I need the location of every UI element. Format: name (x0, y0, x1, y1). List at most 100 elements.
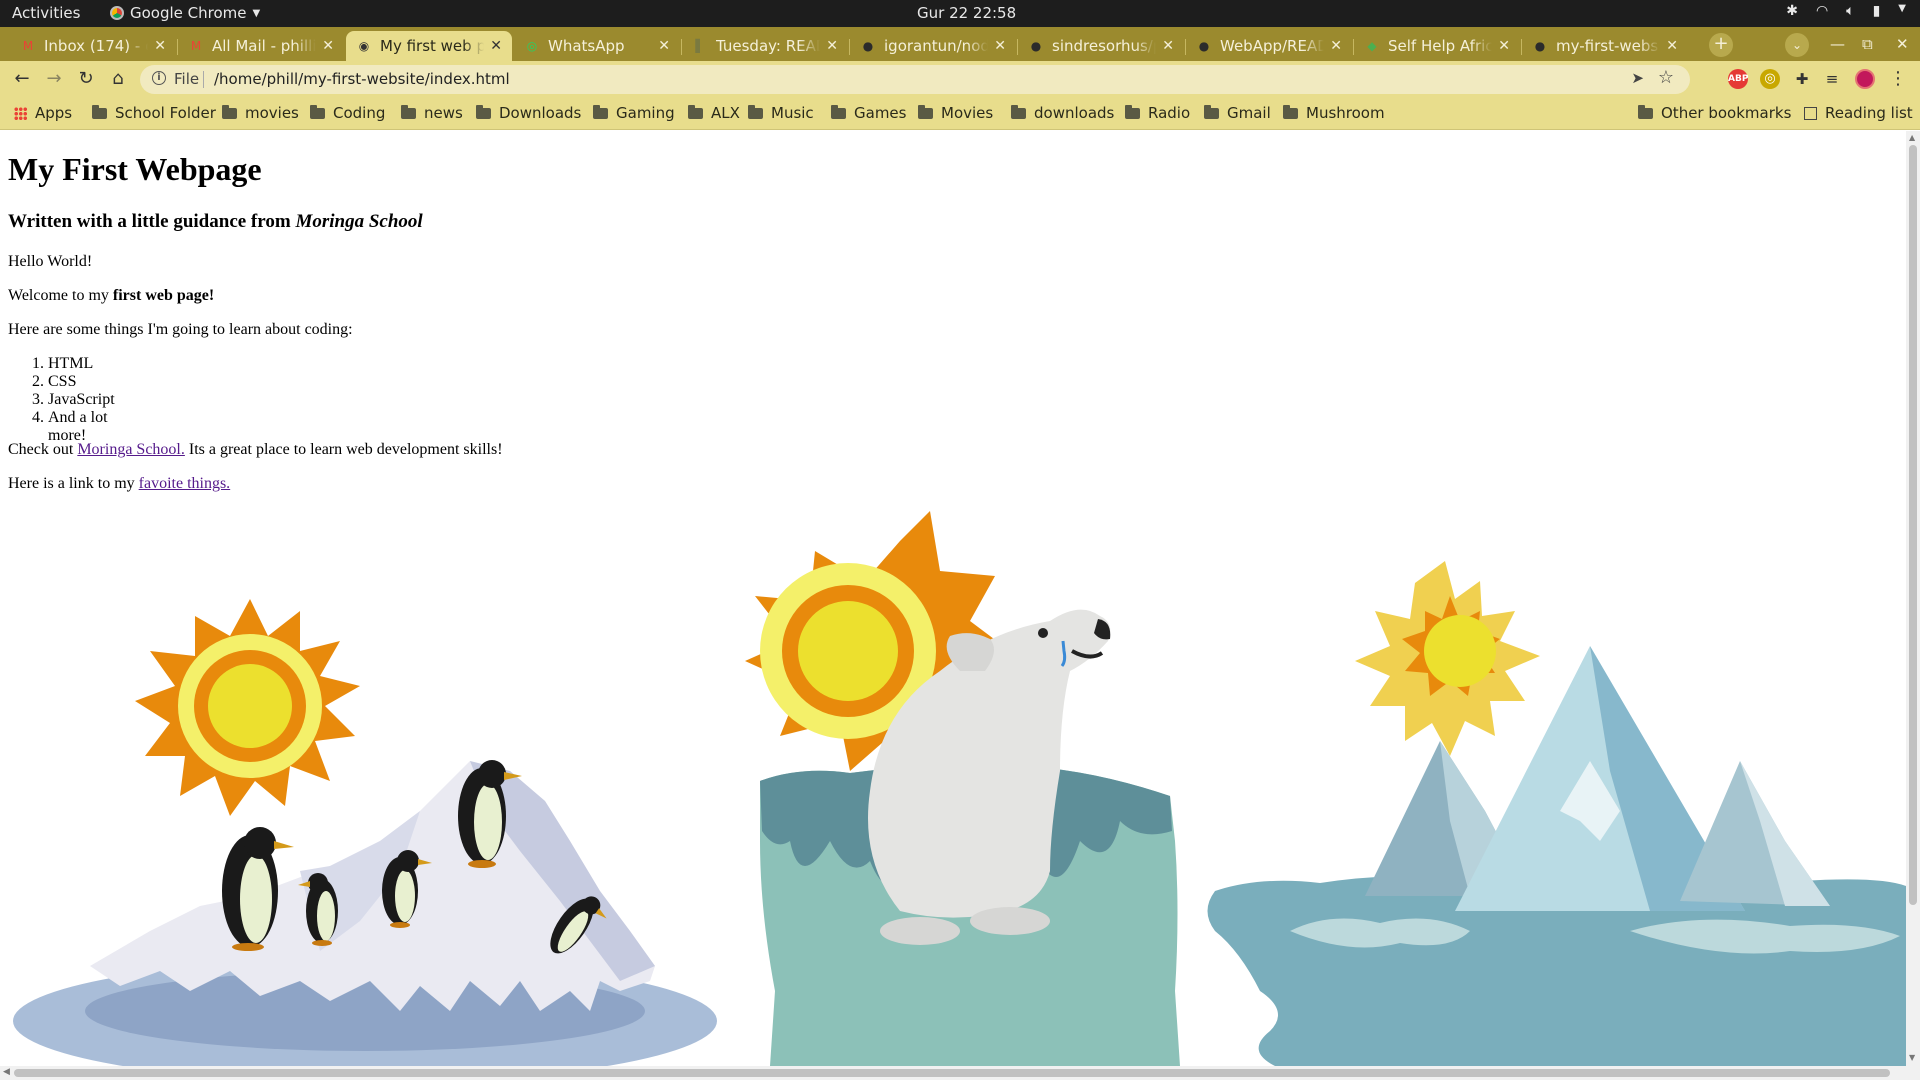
browser-toolbar: ← → ↻ ⌂ i File /home/phill/my-first-webs… (0, 61, 1920, 98)
tab-2[interactable]: ◉ My first web pa ✕ (346, 31, 512, 61)
bookmark-folder[interactable]: Coding (310, 104, 385, 122)
close-window-icon[interactable]: ✕ (1896, 35, 1909, 53)
bookmark-folder[interactable]: downloads (1011, 104, 1114, 122)
profile-avatar[interactable] (1855, 69, 1875, 89)
bookmark-folder[interactable]: Mushroom (1283, 104, 1385, 122)
intro-paragraph: Here are some things I'm going to learn … (8, 321, 353, 338)
menu-kebab-icon[interactable]: ⋮ (1886, 67, 1910, 91)
moringa-school-link[interactable]: Moringa School. (77, 441, 185, 458)
home-icon[interactable]: ⌂ (106, 67, 130, 91)
maximize-icon[interactable]: ⧉ (1862, 35, 1873, 53)
tab-close-icon[interactable]: ✕ (154, 38, 166, 54)
forward-arrow-icon[interactable]: → (42, 67, 66, 91)
bookmark-folder[interactable]: Gaming (593, 104, 675, 122)
shield-icon: ◆ (1367, 39, 1377, 53)
bookmark-folder[interactable]: Downloads (476, 104, 581, 122)
adblock-icon[interactable]: ABP (1728, 69, 1748, 89)
clock[interactable]: Gur 22 22:58 (917, 4, 1016, 22)
globe-icon: ◉ (358, 39, 370, 53)
apps-grid-icon (14, 106, 27, 120)
tab-search-button[interactable]: ⌄ (1785, 33, 1809, 57)
scrollbar-thumb[interactable] (1909, 145, 1917, 905)
tab-4[interactable]: ▌ Tuesday: READM ✕ (682, 31, 848, 61)
tab-5[interactable]: ● igorantun/nod ✕ (850, 31, 1016, 61)
tab-close-icon[interactable]: ✕ (1162, 38, 1174, 54)
reading-list-button[interactable]: Reading list (1804, 104, 1913, 122)
tab-title: sindresorhus/p (1052, 37, 1157, 55)
url-divider (203, 71, 204, 88)
bookmark-folder[interactable]: School Folder (92, 104, 216, 122)
tab-0[interactable]: M Inbox (174) - odi ✕ (10, 31, 176, 61)
welcome-paragraph: Welcome to my first web page! (8, 287, 214, 305)
tab-close-icon[interactable]: ✕ (490, 38, 502, 54)
tab-6[interactable]: ● sindresorhus/p ✕ (1018, 31, 1184, 61)
tab-close-icon[interactable]: ✕ (322, 38, 334, 54)
slack-icon[interactable]: ✱ (1786, 3, 1798, 19)
extensions-puzzle-icon[interactable]: ✚ (1790, 67, 1814, 91)
tab-7[interactable]: ● WebApp/READ ✕ (1186, 31, 1352, 61)
tab-close-icon[interactable]: ✕ (658, 38, 670, 54)
minimize-icon[interactable]: — (1830, 35, 1845, 53)
media-queue-icon[interactable]: ≡ (1820, 67, 1844, 91)
tab-close-icon[interactable]: ✕ (1666, 38, 1678, 54)
tab-1[interactable]: M All Mail - phillip ✕ (178, 31, 344, 61)
sun-right (1355, 561, 1540, 756)
favorite-things-link[interactable]: favoite things. (139, 475, 231, 492)
horizontal-scrollbar[interactable]: ◀ (0, 1066, 1920, 1080)
url-text[interactable]: /home/phill/my-first-website/index.html (214, 70, 510, 88)
system-tray[interactable]: ✱ ◠ 🔈︎ ▮ ▼ (1786, 3, 1906, 19)
bookmark-star-icon[interactable]: ☆ (1658, 67, 1674, 88)
app-menu[interactable]: Google Chrome ▼ (110, 4, 260, 22)
bookmark-folder[interactable]: Gmail (1204, 104, 1271, 122)
tab-close-icon[interactable]: ✕ (826, 38, 838, 54)
bookmark-folder[interactable]: Games (831, 104, 906, 122)
bookmark-label: Other bookmarks (1661, 104, 1792, 122)
bookmark-apps[interactable]: Apps (14, 104, 72, 122)
scroll-up-icon[interactable]: ▲ (1909, 133, 1915, 142)
activities-button[interactable]: Activities (12, 4, 80, 22)
tab-close-icon[interactable]: ✕ (1498, 38, 1510, 54)
gmail-icon: M (190, 39, 202, 53)
send-tab-icon[interactable]: ➤ (1631, 69, 1644, 87)
bookmark-folder[interactable]: Radio (1125, 104, 1190, 122)
bookmark-other-bookmarks[interactable]: Other bookmarks (1638, 104, 1791, 122)
bookmark-folder[interactable]: news (401, 104, 463, 122)
vertical-scrollbar[interactable]: ▲ ▼ (1906, 131, 1920, 1066)
bookmark-folder[interactable]: Movies (918, 104, 993, 122)
page-subtitle: Written with a little guidance from Mori… (8, 211, 423, 233)
list-item: CSS (48, 373, 115, 391)
favorites-paragraph: Here is a link to my favoite things. (8, 475, 230, 493)
reload-icon[interactable]: ↻ (74, 67, 98, 91)
tab-close-icon[interactable]: ✕ (1330, 38, 1342, 54)
favorites-text: Here is a link to my (8, 475, 139, 492)
bookmark-folder[interactable]: movies (222, 104, 299, 122)
folder-icon (748, 104, 763, 119)
gmail-icon: M (22, 39, 34, 53)
address-bar[interactable]: i File /home/phill/my-first-website/inde… (140, 65, 1690, 94)
folder-icon (1283, 104, 1298, 119)
bookmark-folder[interactable]: ALX (688, 104, 740, 122)
folder-icon (1204, 104, 1219, 119)
scroll-down-icon[interactable]: ▼ (1909, 1053, 1915, 1062)
new-tab-button[interactable]: + (1709, 33, 1733, 57)
back-arrow-icon[interactable]: ← (10, 67, 34, 91)
bookmark-folder[interactable]: Music (748, 104, 814, 122)
tab-8[interactable]: ◆ Self Help Africa ✕ (1354, 31, 1520, 61)
bookmark-icon: ▌ (695, 39, 705, 53)
bookmarks-bar: Apps Other bookmarks Reading list School… (0, 98, 1920, 130)
tab-close-icon[interactable]: ✕ (994, 38, 1006, 54)
extension-yellow-icon[interactable]: ◎ (1760, 69, 1780, 89)
github-icon: ● (1534, 39, 1546, 53)
checkout-text: Check out (8, 441, 78, 458)
subtitle-text: Written with a little guidance from (8, 211, 296, 232)
folder-icon (831, 104, 846, 119)
tab-3[interactable]: ◎ WhatsApp ✕ (514, 31, 680, 61)
folder-icon (1011, 104, 1026, 119)
site-info-icon[interactable]: i (152, 71, 166, 85)
bookmark-label: Gaming (616, 104, 675, 122)
scrollbar-thumb[interactable] (14, 1069, 1890, 1077)
bookmark-label: School Folder (115, 104, 216, 122)
scroll-left-icon[interactable]: ◀ (3, 1067, 10, 1077)
tab-9[interactable]: ● my-first-websit ✕ (1522, 31, 1688, 61)
page-title: My First Webpage (8, 151, 262, 187)
